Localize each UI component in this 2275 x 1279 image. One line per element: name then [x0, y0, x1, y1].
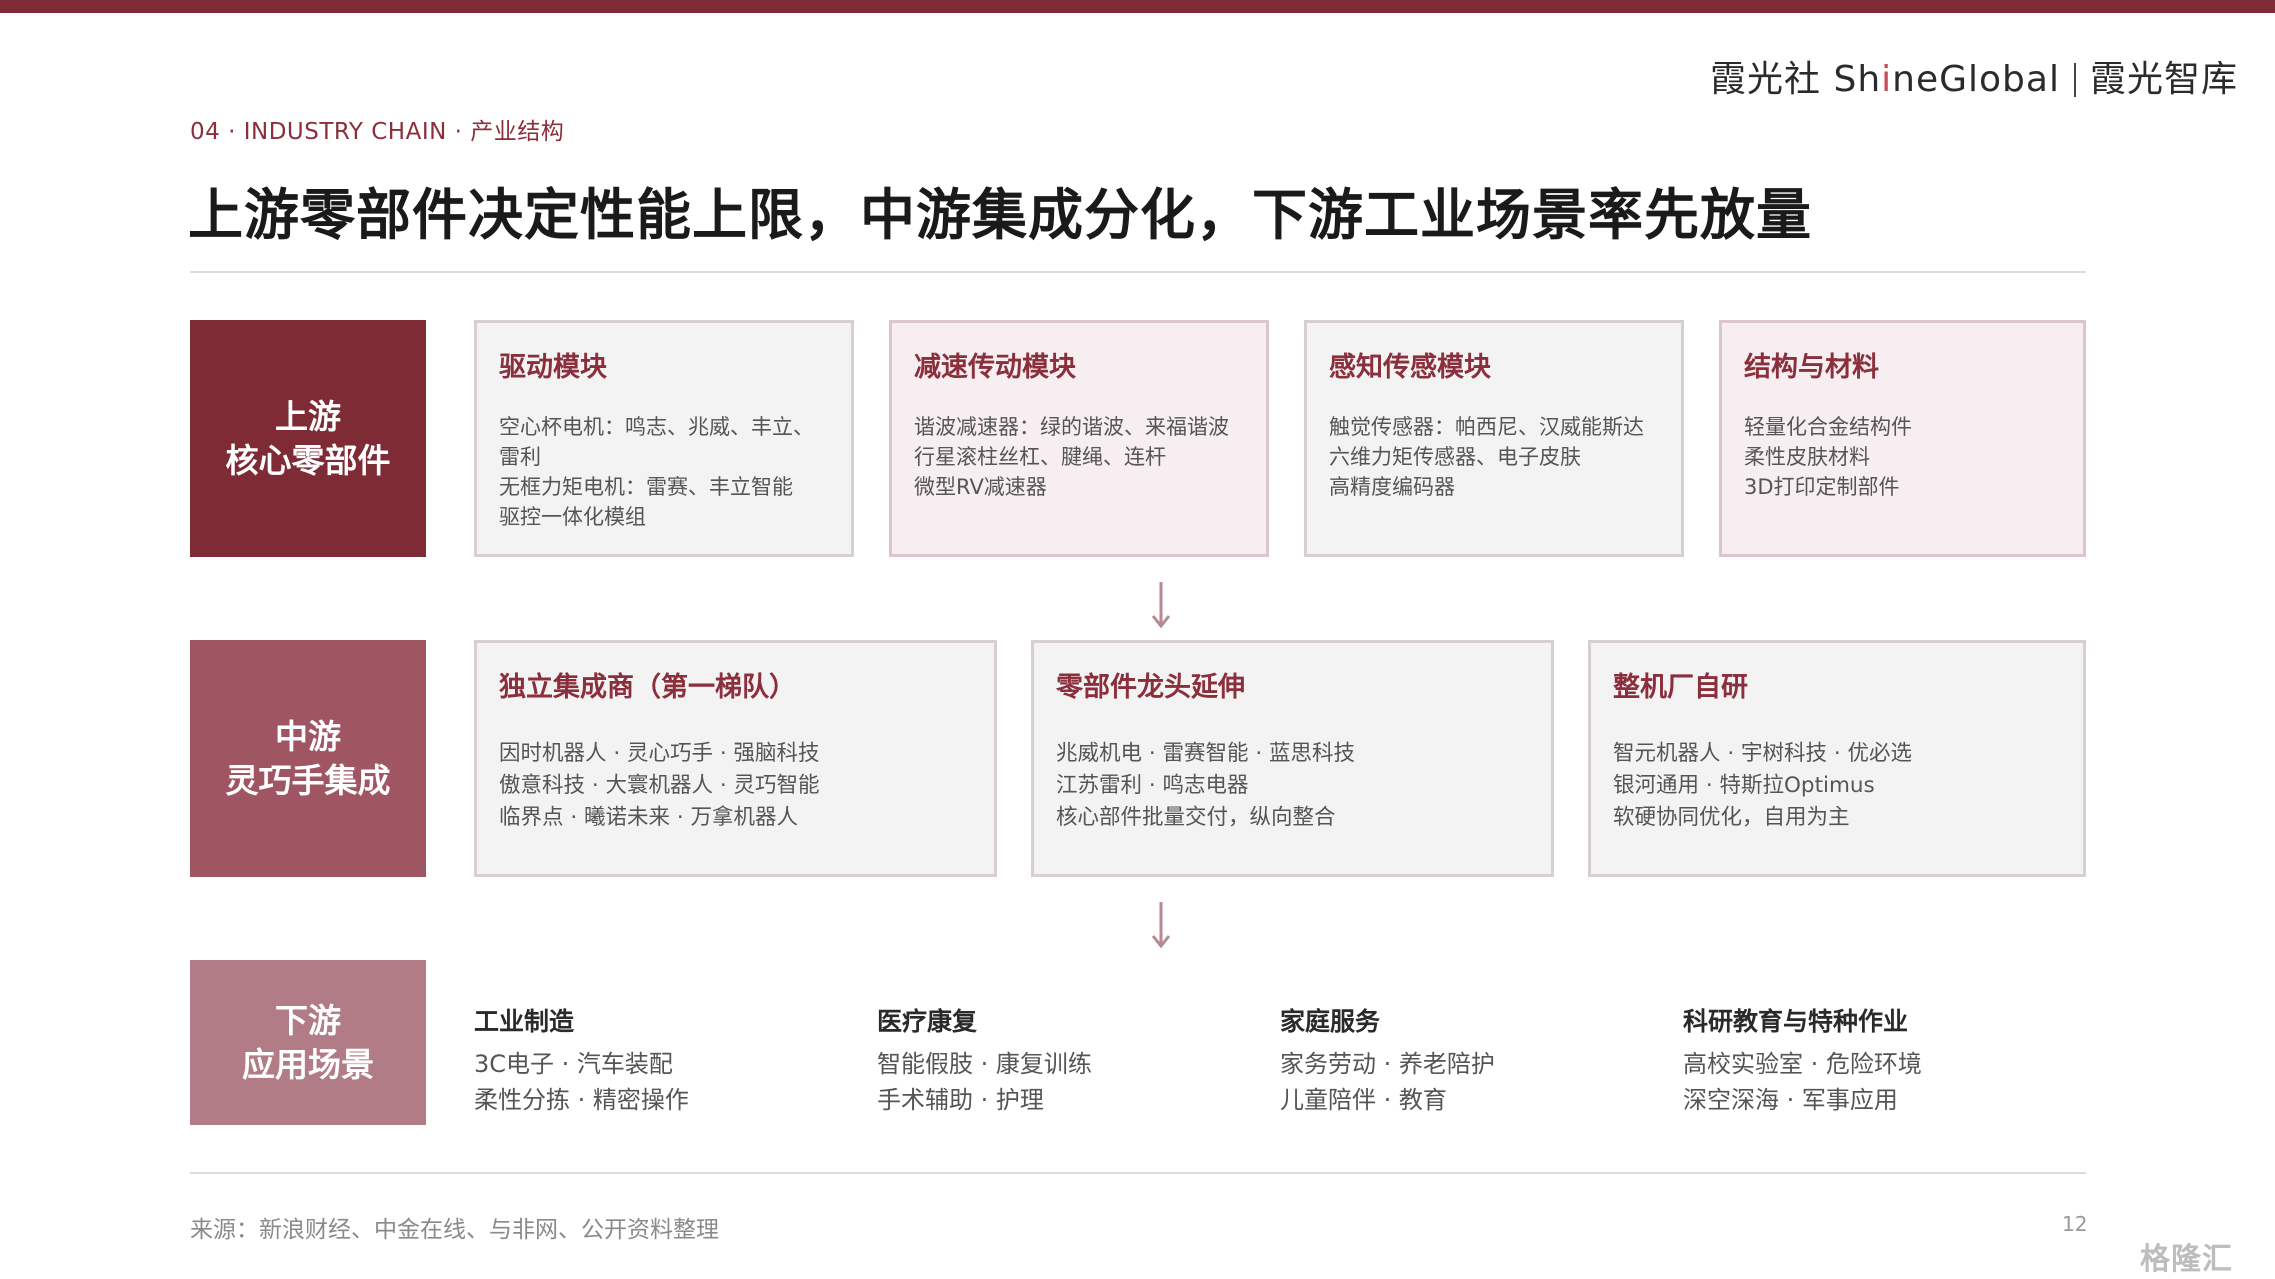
- card-line: 六维力矩传感器、电子皮肤: [1329, 445, 1581, 469]
- upstream-card-sensing: 感知传感模块 触觉传感器：帕西尼、汉威能斯达 六维力矩传感器、电子皮肤 高精度编…: [1304, 320, 1684, 557]
- brand-divider: [2073, 63, 2076, 97]
- app-line: 深空深海 · 军事应用: [1683, 1086, 1898, 1114]
- card-line: 无框力矩电机：雷赛、丰立智能: [499, 475, 793, 499]
- app-industrial: 工业制造 3C电子 · 汽车装配 柔性分拣 · 精密操作: [474, 1002, 689, 1118]
- card-title: 独立集成商（第一梯队）: [499, 672, 796, 703]
- app-line: 家务劳动 · 养老陪护: [1280, 1050, 1495, 1078]
- source-note: 来源：新浪财经、中金在线、与非网、公开资料整理: [190, 1217, 719, 1243]
- card-line: 江苏雷利 · 鸣志电器: [1056, 773, 1249, 798]
- brand-name-i: i: [1881, 59, 1893, 100]
- card-title: 驱动模块: [499, 352, 607, 383]
- watermark: 格隆汇: [2140, 1242, 2233, 1277]
- brand-name: 霞光社 Sh: [1710, 59, 1882, 100]
- card-line: 高精度编码器: [1329, 475, 1455, 499]
- app-line: 3C电子 · 汽车装配: [474, 1050, 673, 1078]
- brand-name-rest: neGlobal: [1892, 59, 2060, 100]
- card-line: 微型RV减速器: [914, 475, 1047, 499]
- upstream-card-reducer: 减速传动模块 谐波减速器：绿的谐波、来福谐波 行星滚柱丝杠、腱绳、连杆 微型RV…: [889, 320, 1269, 557]
- midstream-label: 中游 灵巧手集成: [190, 640, 426, 877]
- card-line: 兆威机电 · 雷赛智能 · 蓝思科技: [1056, 741, 1356, 766]
- app-title: 科研教育与特种作业: [1683, 1007, 1909, 1036]
- upstream-label: 上游 核心零部件: [190, 320, 426, 557]
- down-arrow-icon: [1151, 582, 1171, 629]
- midstream-card-oem: 整机厂自研 智元机器人 · 宇树科技 · 优必选 银河通用 · 特斯拉Optim…: [1588, 640, 2086, 877]
- midstream-card-independent: 独立集成商（第一梯队） 因时机器人 · 灵心巧手 · 强脑科技 傲意科技 · 大…: [474, 640, 997, 877]
- app-line: 儿童陪伴 · 教育: [1280, 1086, 1447, 1114]
- card-line: 柔性皮肤材料: [1744, 445, 1870, 469]
- top-accent-bar: [0, 0, 2275, 13]
- app-line: 手术辅助 · 护理: [877, 1086, 1044, 1114]
- midstream-label-line1: 中游: [275, 716, 341, 756]
- card-line: 触觉传感器：帕西尼、汉威能斯达: [1329, 415, 1644, 439]
- header-divider: [190, 271, 2086, 273]
- page-title: 上游零部件决定性能上限，中游集成分化，下游工业场景率先放量: [188, 183, 1813, 247]
- card-line: 雷利: [499, 445, 541, 469]
- page-number: 12: [2062, 1212, 2088, 1236]
- downstream-label-line1: 下游: [275, 1000, 341, 1040]
- card-title: 结构与材料: [1744, 352, 1879, 383]
- app-line: 柔性分拣 · 精密操作: [474, 1086, 689, 1114]
- card-line: 核心部件批量交付，纵向整合: [1056, 805, 1336, 830]
- app-household: 家庭服务 家务劳动 · 养老陪护 儿童陪伴 · 教育: [1280, 1002, 1495, 1118]
- card-line: 傲意科技 · 大寰机器人 · 灵巧智能: [499, 773, 820, 798]
- card-line: 驱控一体化模组: [499, 505, 646, 529]
- brand-sub: 霞光智库: [2089, 59, 2238, 100]
- card-title: 感知传感模块: [1329, 352, 1491, 383]
- card-line: 轻量化合金结构件: [1744, 415, 1912, 439]
- card-line: 软硬协同优化，自用为主: [1613, 805, 1850, 830]
- app-title: 工业制造: [474, 1007, 575, 1036]
- app-line: 高校实验室 · 危险环境: [1683, 1050, 1922, 1078]
- upstream-label-line1: 上游: [275, 396, 341, 436]
- footer-divider: [190, 1172, 2086, 1174]
- card-line: 空心杯电机：鸣志、兆威、丰立、: [499, 415, 814, 439]
- card-line: 谐波减速器：绿的谐波、来福谐波: [914, 415, 1229, 439]
- app-medical: 医疗康复 智能假肢 · 康复训练 手术辅助 · 护理: [877, 1002, 1092, 1118]
- down-arrow-icon: [1151, 902, 1171, 949]
- app-line: 智能假肢 · 康复训练: [877, 1050, 1092, 1078]
- downstream-label-line2: 应用场景: [242, 1044, 374, 1084]
- upstream-card-drive: 驱动模块 空心杯电机：鸣志、兆威、丰立、 雷利 无框力矩电机：雷赛、丰立智能 驱…: [474, 320, 854, 557]
- brand-logo: 霞光社 ShineGlobal 霞光智库: [1710, 50, 2238, 102]
- card-title: 零部件龙头延伸: [1056, 672, 1245, 703]
- card-line: 银河通用 · 特斯拉Optimus: [1613, 773, 1875, 798]
- app-title: 家庭服务: [1280, 1007, 1381, 1036]
- card-line: 因时机器人 · 灵心巧手 · 强脑科技: [499, 741, 820, 766]
- card-line: 智元机器人 · 宇树科技 · 优必选: [1613, 741, 1913, 766]
- midstream-label-line2: 灵巧手集成: [225, 760, 391, 800]
- card-line: 临界点 · 曦诺未来 · 万拿机器人: [499, 805, 799, 830]
- midstream-card-component-leaders: 零部件龙头延伸 兆威机电 · 雷赛智能 · 蓝思科技 江苏雷利 · 鸣志电器 核…: [1031, 640, 1554, 877]
- upstream-label-line2: 核心零部件: [225, 440, 391, 480]
- downstream-label: 下游 应用场景: [190, 960, 426, 1125]
- section-label: 04 · INDUSTRY CHAIN · 产业结构: [190, 119, 565, 145]
- app-research-special: 科研教育与特种作业 高校实验室 · 危险环境 深空深海 · 军事应用: [1683, 1002, 1922, 1118]
- upstream-card-materials: 结构与材料 轻量化合金结构件 柔性皮肤材料 3D打印定制部件: [1719, 320, 2086, 557]
- card-title: 整机厂自研: [1613, 672, 1748, 703]
- card-line: 3D打印定制部件: [1744, 475, 1900, 499]
- card-title: 减速传动模块: [914, 352, 1076, 383]
- card-line: 行星滚柱丝杠、腱绳、连杆: [914, 445, 1166, 469]
- app-title: 医疗康复: [877, 1007, 978, 1036]
